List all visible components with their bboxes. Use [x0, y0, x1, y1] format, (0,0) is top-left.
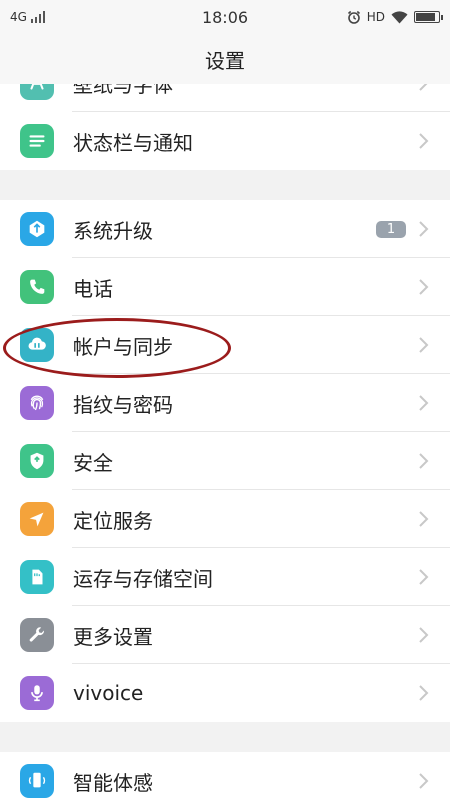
shield-icon	[20, 444, 54, 478]
settings-item[interactable]: 指纹与密码	[0, 374, 450, 432]
settings-item[interactable]: 运存与存储空间	[0, 548, 450, 606]
chevron-right-icon	[419, 773, 429, 789]
battery-icon	[414, 11, 443, 23]
wifi-icon	[391, 10, 408, 23]
motion-icon	[20, 764, 54, 798]
phone-icon	[20, 270, 54, 304]
settings-item[interactable]: 壁纸与字体	[0, 84, 450, 112]
location-icon	[20, 502, 54, 536]
menu-icon	[20, 124, 54, 158]
settings-item[interactable]: 电话	[0, 258, 450, 316]
chevron-right-icon	[419, 221, 429, 237]
settings-item-label: 运存与存储空间	[73, 566, 213, 591]
page-header: 设置	[0, 34, 450, 84]
settings-group: 壁纸与字体状态栏与通知	[0, 84, 450, 170]
settings-group: 智能体感	[0, 752, 450, 800]
settings-group: 系统升级 1 电话帐户与同步指纹与密码安全定位服务运存与存储空间 更多设置 vivoic…	[0, 200, 450, 722]
status-left: 4G	[10, 10, 45, 24]
settings-item-label: 状态栏与通知	[73, 130, 193, 155]
cloud-sync-icon	[20, 328, 54, 362]
settings-item-label: 更多设置	[73, 624, 153, 649]
chevron-right-icon	[419, 84, 428, 91]
settings-item-label: 系统升级	[73, 218, 153, 243]
fingerprint-icon	[20, 386, 54, 420]
upgrade-icon	[20, 212, 54, 246]
alarm-icon	[347, 10, 360, 24]
page-title: 设置	[205, 48, 245, 73]
hd-indicator: HD	[366, 10, 385, 24]
chevron-right-icon	[419, 569, 429, 585]
settings-item[interactable]: 系统升级 1	[0, 200, 450, 258]
microphone-icon	[20, 676, 54, 710]
settings-item[interactable]: 定位服务	[0, 490, 450, 548]
settings-item[interactable]: 帐户与同步	[0, 316, 450, 374]
settings-item-label: 定位服务	[73, 508, 153, 533]
storage-icon	[20, 560, 54, 594]
status-right: HD	[347, 10, 443, 24]
chevron-right-icon	[419, 511, 429, 527]
settings-item-label: 安全	[73, 450, 113, 475]
chevron-right-icon	[419, 133, 429, 149]
chevron-right-icon	[419, 685, 429, 701]
settings-item[interactable]: 更多设置	[0, 606, 450, 664]
signal-icon	[30, 11, 45, 23]
chevron-right-icon	[419, 337, 429, 353]
chevron-right-icon	[419, 279, 429, 295]
settings-item[interactable]: 状态栏与通知	[0, 112, 450, 170]
section-gap	[0, 722, 450, 752]
network-type: 4G	[10, 10, 27, 24]
status-bar: 4G 18:06 HD	[0, 0, 450, 34]
chevron-right-icon	[419, 627, 429, 643]
section-gap	[0, 170, 450, 200]
settings-item-label: 壁纸与字体	[73, 84, 173, 97]
settings-item[interactable]: 安全	[0, 432, 450, 490]
settings-item-label: vivoice	[73, 681, 144, 705]
update-badge: 1	[376, 220, 406, 238]
settings-item-label: 帐户与同步	[73, 334, 173, 359]
settings-item-label: 智能体感	[73, 770, 153, 795]
chevron-right-icon	[419, 453, 429, 469]
chevron-right-icon	[419, 395, 429, 411]
settings-item[interactable]: 智能体感	[0, 752, 450, 800]
settings-item-label: 电话	[73, 276, 113, 301]
wrench-icon	[20, 618, 54, 652]
settings-item[interactable]: vivoice	[0, 664, 450, 722]
font-icon	[20, 84, 54, 100]
settings-list[interactable]: 壁纸与字体状态栏与通知 系统升级 1 电话帐户与同步指纹与密码安全定位服务运存与存储空…	[0, 84, 450, 800]
settings-item-label: 指纹与密码	[73, 392, 173, 417]
